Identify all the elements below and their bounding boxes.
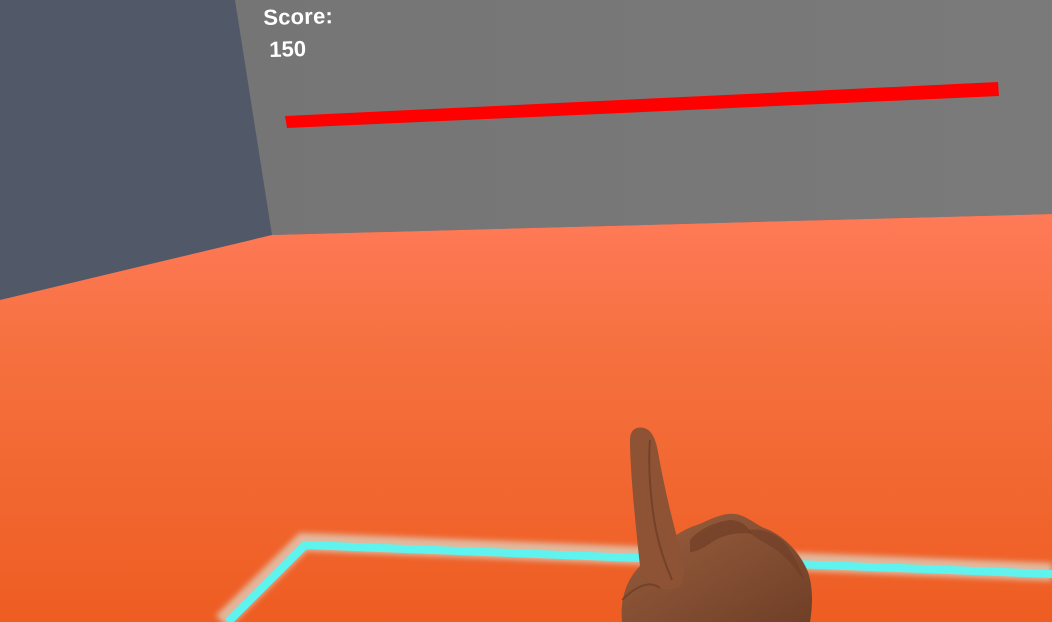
score-value: 150 xyxy=(268,36,307,62)
game-viewport[interactable]: Score: 150 xyxy=(0,0,1052,622)
scene-canvas xyxy=(0,0,1052,622)
score-label: Score: xyxy=(262,3,334,30)
